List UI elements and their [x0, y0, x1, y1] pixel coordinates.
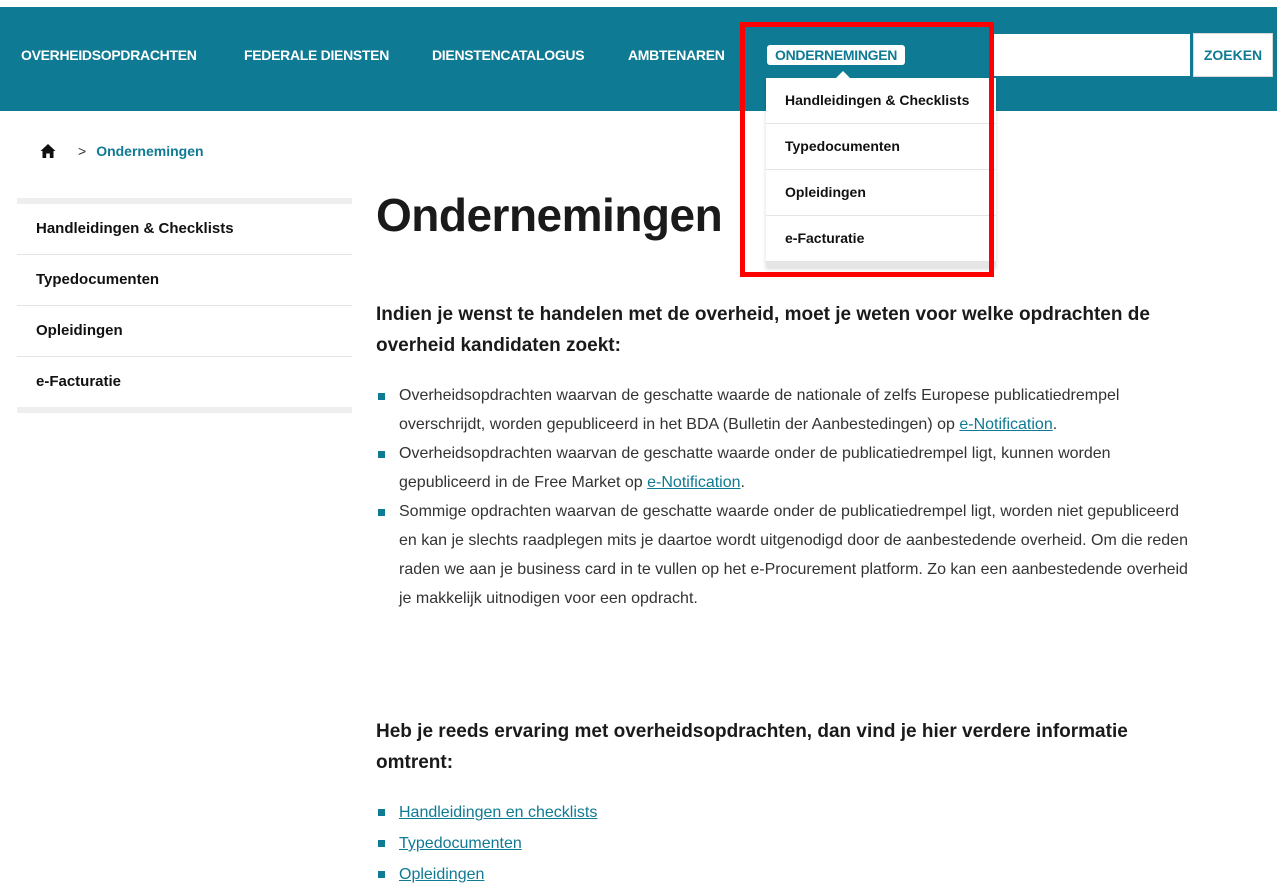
bullet-square-icon [378, 871, 385, 878]
bullet-text: Overheidsopdrachten waarvan de geschatte… [399, 445, 1111, 491]
nav-item-overheidsopdrachten[interactable]: OVERHEIDSOPDRACHTEN [21, 47, 197, 63]
link-opleidingen[interactable]: Opleidingen [399, 866, 484, 883]
link-typedocumenten[interactable]: Typedocumenten [399, 835, 522, 852]
list-item: Overheidsopdrachten waarvan de geschatte… [376, 381, 1196, 439]
bullet-text: Sommige opdrachten waarvan de geschatte … [399, 503, 1188, 607]
breadcrumb: > Ondernemingen [40, 143, 204, 159]
section-heading-1: Indien je wenst te handelen met de overh… [376, 304, 1150, 356]
nav-item-ambtenaren[interactable]: AMBTENAREN [628, 47, 725, 63]
list-item: Opleidingen [376, 859, 1196, 890]
e-notification-link[interactable]: e-Notification [959, 416, 1052, 433]
search-input[interactable] [991, 33, 1191, 77]
sidebar-item-handleidingen[interactable]: Handleidingen & Checklists [17, 204, 352, 255]
resource-link-list: Handleidingen en checklists Typedocument… [376, 797, 1196, 890]
sidebar-item-opleidingen[interactable]: Opleidingen [17, 306, 352, 357]
top-navigation-bar: OVERHEIDSOPDRACHTEN FEDERALE DIENSTEN DI… [0, 7, 1277, 111]
bullet-square-icon [378, 509, 385, 516]
breadcrumb-separator: > [78, 143, 87, 159]
sidebar-item-e-facturatie[interactable]: e-Facturatie [17, 357, 352, 407]
nav-item-dienstencatalogus[interactable]: DIENSTENCATALOGUS [432, 47, 585, 63]
bullet-square-icon [378, 809, 385, 816]
link-handleidingen[interactable]: Handleidingen en checklists [399, 804, 597, 821]
page-title: Ondernemingen [376, 189, 723, 241]
list-item: Typedocumenten [376, 828, 1196, 859]
bullet-text-end: . [740, 474, 745, 491]
info-bullet-list: Overheidsopdrachten waarvan de geschatte… [376, 381, 1196, 613]
list-item: Overheidsopdrachten waarvan de geschatte… [376, 439, 1196, 497]
bullet-square-icon [378, 451, 385, 458]
home-icon[interactable] [40, 143, 56, 159]
section-heading-2: Heb je reeds ervaring met overheidsopdra… [376, 721, 1128, 773]
e-notification-link[interactable]: e-Notification [647, 474, 740, 491]
search-button[interactable]: ZOEKEN [1193, 33, 1273, 77]
nav-item-federale-diensten[interactable]: FEDERALE DIENSTEN [244, 47, 389, 63]
red-highlight-box [740, 22, 994, 277]
bullet-square-icon [378, 393, 385, 400]
list-item: Handleidingen en checklists [376, 797, 1196, 828]
bullet-square-icon [378, 840, 385, 847]
sidebar-menu: Handleidingen & Checklists Typedocumente… [17, 198, 352, 413]
sidebar-item-typedocumenten[interactable]: Typedocumenten [17, 255, 352, 306]
list-item: Sommige opdrachten waarvan de geschatte … [376, 497, 1196, 613]
breadcrumb-current[interactable]: Ondernemingen [96, 143, 203, 159]
bullet-text-end: . [1052, 416, 1058, 433]
